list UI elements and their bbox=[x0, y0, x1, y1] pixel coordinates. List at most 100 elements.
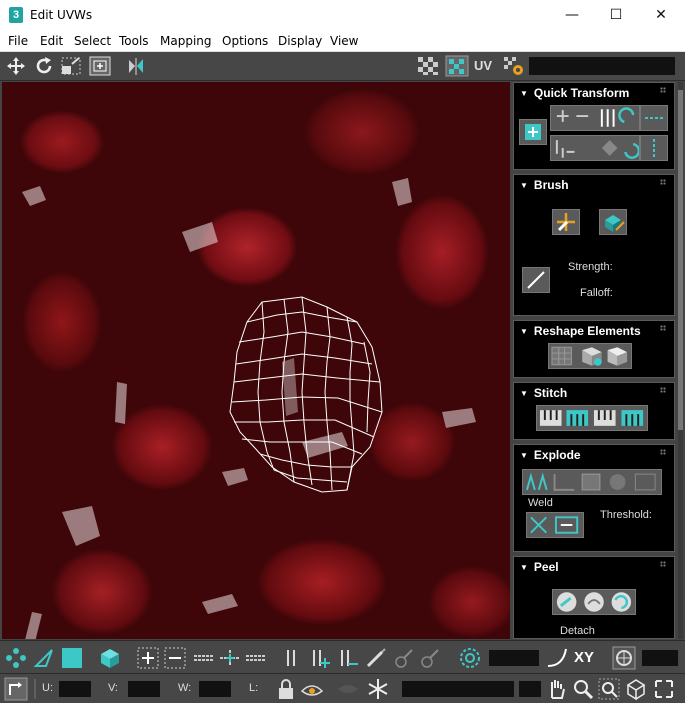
falloff-curve-icon[interactable] bbox=[545, 646, 569, 670]
brush-header[interactable]: ▼ Brush bbox=[520, 178, 569, 192]
edge-mode-icon[interactable] bbox=[32, 646, 56, 670]
paint-select-icon[interactable] bbox=[364, 646, 388, 670]
scale-icon[interactable] bbox=[59, 55, 83, 77]
uv-viewport[interactable] bbox=[2, 82, 510, 639]
minimize-button[interactable]: — bbox=[549, 0, 595, 30]
l-label: L: bbox=[249, 682, 259, 694]
menu-file[interactable]: File bbox=[8, 34, 28, 48]
grip-icon[interactable] bbox=[660, 179, 666, 185]
mirror-icon[interactable] bbox=[124, 55, 148, 77]
menu-options[interactable]: Options bbox=[222, 34, 268, 48]
grip-icon[interactable] bbox=[660, 87, 666, 93]
rotate-icon[interactable] bbox=[32, 55, 56, 77]
menu-edit[interactable]: Edit bbox=[40, 34, 63, 48]
loop-ring-icons[interactable] bbox=[192, 646, 272, 670]
freeform-icon[interactable] bbox=[88, 55, 112, 77]
grip-icon[interactable] bbox=[660, 387, 666, 393]
texture-dropdown[interactable] bbox=[529, 57, 675, 75]
element-mode-icon[interactable] bbox=[98, 646, 122, 670]
zoom-region-icon[interactable] bbox=[597, 677, 621, 701]
explode-rollout: ▼ Explode Weld Threshold: bbox=[513, 444, 675, 552]
quick-transform-rollout: ▼ Quick Transform bbox=[513, 82, 675, 170]
peel-tools-icons[interactable] bbox=[552, 589, 636, 615]
detach-label[interactable]: Detach bbox=[560, 625, 595, 637]
quick-transform-header[interactable]: ▼ Quick Transform bbox=[520, 86, 629, 100]
lock-icon[interactable] bbox=[274, 677, 298, 701]
select-flipped-icon[interactable] bbox=[336, 646, 360, 670]
show-hidden-icon[interactable] bbox=[300, 677, 324, 701]
title-bar: 3 Edit UVWs — ☐ ✕ bbox=[0, 0, 685, 30]
reshape-tools-icons[interactable] bbox=[548, 343, 632, 369]
grow-select-icon[interactable] bbox=[136, 646, 160, 670]
zoom-icon[interactable] bbox=[571, 677, 595, 701]
grip-icon[interactable] bbox=[660, 561, 666, 567]
weld-tools-icons[interactable] bbox=[526, 512, 584, 538]
relax-brush-icon[interactable] bbox=[599, 209, 627, 235]
threshold-label: Threshold: bbox=[600, 509, 652, 521]
weld-label: Weld bbox=[528, 497, 553, 509]
falloff-field[interactable] bbox=[489, 650, 539, 666]
pivot-icon[interactable] bbox=[519, 119, 547, 145]
space-horizontal-icon[interactable] bbox=[640, 105, 668, 131]
pan-icon[interactable] bbox=[545, 677, 569, 701]
polygon-mode-icon[interactable] bbox=[60, 646, 84, 670]
xy-space-label[interactable]: XY bbox=[574, 649, 594, 666]
falloff-distance-field[interactable] bbox=[642, 650, 678, 666]
brush-stroke-icon[interactable] bbox=[522, 267, 550, 293]
checker-icon[interactable] bbox=[416, 55, 440, 77]
menu-mapping[interactable]: Mapping bbox=[160, 34, 212, 48]
close-button[interactable]: ✕ bbox=[638, 0, 684, 30]
vertex-mode-icon[interactable] bbox=[4, 646, 28, 670]
zoom-selected-icon[interactable] bbox=[652, 677, 676, 701]
app-icon: 3 bbox=[9, 7, 23, 23]
panel-scrollbar-thumb[interactable] bbox=[678, 90, 683, 430]
menu-display[interactable]: Display bbox=[278, 34, 322, 48]
soft-select-falloff-icon[interactable] bbox=[418, 646, 442, 670]
uv-label[interactable]: UV bbox=[474, 58, 492, 73]
menu-tools[interactable]: Tools bbox=[119, 34, 149, 48]
maximize-button[interactable]: ☐ bbox=[593, 0, 639, 30]
bottom-toolbar: XY bbox=[0, 640, 685, 673]
top-toolbar: UV bbox=[0, 52, 685, 81]
stitch-tools-icons[interactable] bbox=[536, 405, 648, 431]
paint-move-icon[interactable] bbox=[552, 209, 580, 235]
move-icon[interactable] bbox=[4, 55, 28, 77]
explode-tools-icons[interactable] bbox=[522, 469, 662, 495]
transform-mode-icon[interactable] bbox=[4, 677, 28, 701]
falloff-label: Falloff: bbox=[580, 287, 613, 299]
freeze-icon[interactable] bbox=[366, 677, 390, 701]
stitch-rollout: ▼ Stitch bbox=[513, 382, 675, 440]
peel-header[interactable]: ▼ Peel bbox=[520, 560, 559, 574]
stitch-header[interactable]: ▼ Stitch bbox=[520, 386, 567, 400]
uv-settings-icon[interactable] bbox=[502, 55, 526, 77]
space-vertical-icon[interactable] bbox=[640, 135, 668, 161]
texture-checker-icon[interactable] bbox=[445, 55, 469, 77]
hide-icon[interactable] bbox=[336, 677, 360, 701]
shrink-select-icon[interactable] bbox=[163, 646, 187, 670]
reshape-elements-rollout: ▼ Reshape Elements bbox=[513, 320, 675, 378]
grip-icon[interactable] bbox=[660, 325, 666, 331]
menu-view[interactable]: View bbox=[330, 34, 358, 48]
status-field-small[interactable] bbox=[519, 681, 541, 697]
explode-header[interactable]: ▼ Explode bbox=[520, 448, 581, 462]
strength-label: Strength: bbox=[568, 261, 613, 273]
u-field[interactable] bbox=[59, 681, 91, 697]
tools-panel: ▼ Quick Transform ▼ Brush Strength: Fallof… bbox=[512, 82, 676, 639]
select-by-element-icon[interactable] bbox=[280, 646, 304, 670]
soft-select-icon[interactable] bbox=[392, 646, 416, 670]
align-vertical-icons[interactable] bbox=[550, 135, 641, 161]
status-toolbar: U: V: W: L: bbox=[0, 673, 685, 703]
uv-mesh[interactable] bbox=[2, 82, 510, 639]
v-field[interactable] bbox=[128, 681, 160, 697]
status-field[interactable] bbox=[402, 681, 514, 697]
select-overlap-icon[interactable] bbox=[308, 646, 332, 670]
w-field[interactable] bbox=[199, 681, 231, 697]
grip-icon[interactable] bbox=[660, 449, 666, 455]
align-horizontal-icons[interactable] bbox=[550, 105, 640, 131]
falloff-distance-icon[interactable] bbox=[612, 646, 636, 670]
w-label: W: bbox=[178, 682, 192, 694]
menu-select[interactable]: Select bbox=[74, 34, 111, 48]
reshape-elements-header[interactable]: ▼ Reshape Elements bbox=[520, 324, 641, 338]
soft-selection-icon[interactable] bbox=[458, 646, 482, 670]
zoom-extents-icon[interactable] bbox=[624, 677, 648, 701]
